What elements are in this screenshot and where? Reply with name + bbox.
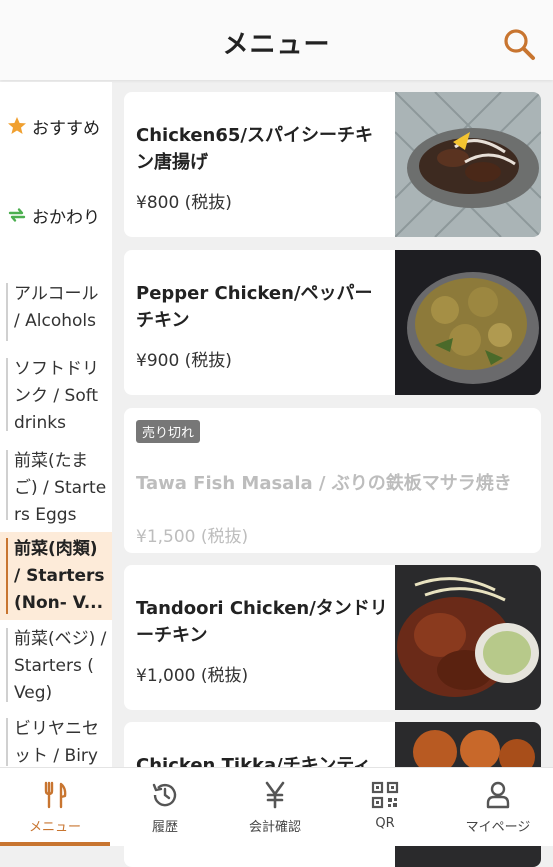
menu-item-card-soldout[interactable]: 売り切れ Tawa Fish Masala / ぶりの鉄板マサラ焼き ¥1,50… <box>124 408 541 553</box>
category-marker <box>6 718 8 766</box>
tab-label: メニュー <box>28 820 81 835</box>
menu-item-photo <box>395 92 541 237</box>
menu-item-card[interactable]: Chicken65/スパイシーチキン唐揚げ ¥800 (税抜) <box>124 92 541 237</box>
tab-qr[interactable]: QR <box>330 768 440 846</box>
soldout-badge: 売り切れ <box>136 420 201 443</box>
category-marker <box>6 358 8 431</box>
category-sidebar: おすすめ おかわり アルコール / Alcohols ソフトドリンク / Sof… <box>0 82 112 767</box>
tab-label: 履歴 <box>151 820 178 835</box>
menu-item-price: ¥900 (税抜) <box>136 351 232 371</box>
sidebar-item-starters-veg[interactable]: 前菜(ベジ) / Starters ( Veg) <box>0 622 112 708</box>
fork-knife-icon <box>44 781 67 809</box>
sidebar-item-recommended[interactable]: おすすめ <box>0 106 112 146</box>
menu-item-photo <box>395 565 541 710</box>
menu-item-price: ¥1,500 (税抜) <box>136 527 249 547</box>
sidebar-item-refill[interactable]: おかわり <box>0 195 112 235</box>
tab-checkout[interactable]: 会計確認 <box>220 768 330 846</box>
qr-icon <box>371 781 399 809</box>
tab-mypage[interactable]: マイページ <box>443 768 553 846</box>
sidebar-item-label: アルコール / Alcohols <box>14 284 99 331</box>
sidebar-item-label: ビリヤニセット / Biry <box>14 719 99 766</box>
sidebar-item-starters-eggs[interactable]: 前菜(たまご) / Starters Eggs <box>0 444 112 526</box>
sidebar-item-label: ソフトドリンク / Soft drinks <box>14 359 99 433</box>
sidebar-item-soft-drinks[interactable]: ソフトドリンク / Soft drinks <box>0 352 112 437</box>
bottom-tab-bar: メニュー 履歴 会計確認 QR マイページ <box>0 767 553 846</box>
tab-label: QR <box>375 816 395 831</box>
tab-label: 会計確認 <box>248 820 301 835</box>
app-header: メニュー <box>0 0 553 80</box>
tab-label: マイページ <box>465 820 531 835</box>
menu-item-card[interactable]: Tandoori Chicken/タンドリーチキン ¥1,000 (税抜) <box>124 565 541 710</box>
user-icon <box>486 781 510 809</box>
category-marker <box>6 538 8 614</box>
sidebar-item-label: 前菜(たまご) / Starters Eggs <box>14 451 107 525</box>
star-icon <box>7 116 27 136</box>
menu-item-name: Tawa Fish Masala / ぶりの鉄板マサラ焼き <box>136 473 512 494</box>
category-marker <box>6 283 8 341</box>
active-tab-indicator <box>0 842 110 846</box>
menu-item-name: Chicken65/スパイシーチキン唐揚げ <box>136 125 373 173</box>
sidebar-item-biryani-set[interactable]: ビリヤニセット / Biry <box>0 712 112 767</box>
menu-item-photo <box>395 250 541 395</box>
menu-item-price: ¥800 (税抜) <box>136 193 232 213</box>
sidebar-item-alcohols[interactable]: アルコール / Alcohols <box>0 277 112 347</box>
yen-icon <box>265 781 285 809</box>
sidebar-item-label: 前菜(ベジ) / Starters ( Veg) <box>14 629 107 703</box>
category-marker <box>6 628 8 702</box>
category-marker <box>6 450 8 520</box>
menu-item-card[interactable]: Pepper Chicken/ペッパーチキン ¥900 (税抜) <box>124 250 541 395</box>
sidebar-item-starters-non-veg[interactable]: 前菜(肉類) / Starters (Non- V... <box>0 532 112 620</box>
tab-menu[interactable]: メニュー <box>0 768 110 846</box>
menu-item-name: Tandoori Chicken/タンドリーチキン <box>136 598 388 646</box>
sidebar-item-label: おかわり <box>32 207 100 228</box>
page-title: メニュー <box>222 30 331 60</box>
refresh-icon <box>7 205 27 225</box>
sidebar-item-label: 前菜(肉類) / Starters (Non- V... <box>14 539 105 613</box>
menu-item-price: ¥1,000 (税抜) <box>136 666 249 686</box>
tab-history[interactable]: 履歴 <box>110 768 220 846</box>
search-icon[interactable] <box>502 27 536 61</box>
history-icon <box>152 783 177 807</box>
sidebar-item-label: おすすめ <box>32 118 100 139</box>
menu-item-name: Pepper Chicken/ペッパーチキン <box>136 283 373 331</box>
